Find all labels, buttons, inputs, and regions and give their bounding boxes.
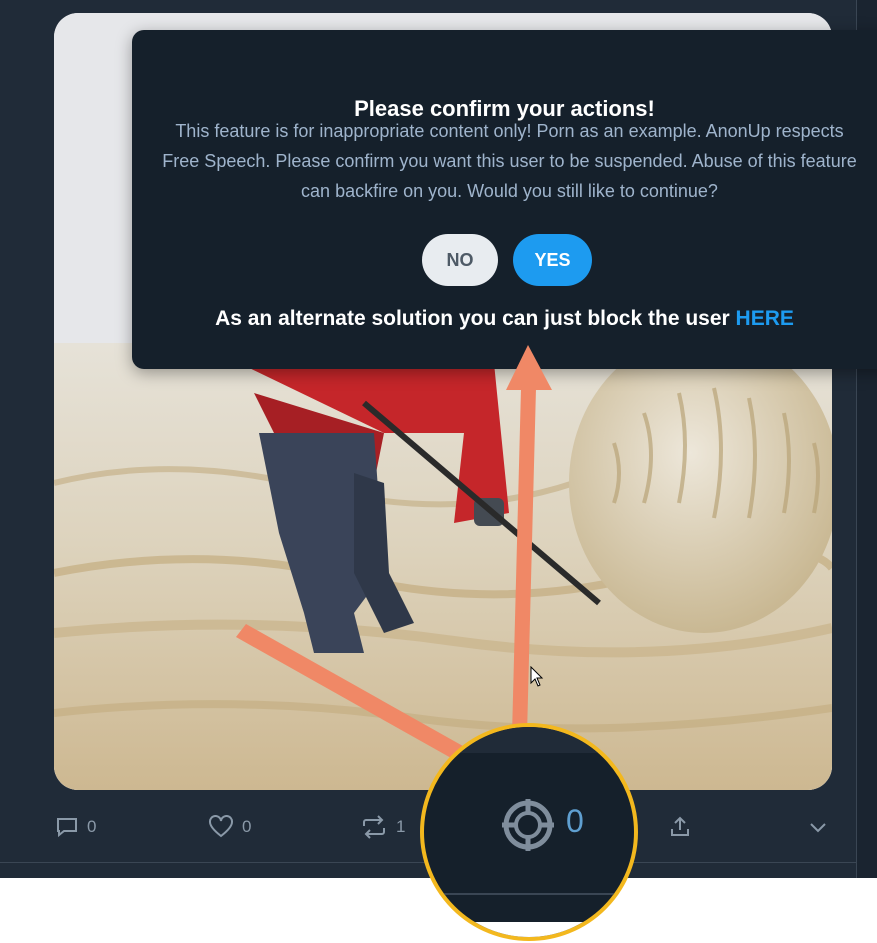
- repost-count: 1: [396, 817, 406, 836]
- alternate-solution-line: As an alternate solution you can just bl…: [132, 307, 877, 331]
- reply-count: 0: [87, 817, 97, 836]
- reply-icon: [57, 818, 77, 838]
- magnifier-bottom-band: [424, 922, 634, 937]
- repost-icon: [363, 815, 385, 839]
- report-count: 0: [566, 803, 584, 839]
- reply-action[interactable]: 0: [55, 812, 96, 842]
- block-user-link[interactable]: HERE: [736, 307, 794, 330]
- yes-button[interactable]: YES: [513, 234, 592, 286]
- magnifier-divider: [424, 893, 634, 895]
- no-button[interactable]: NO: [422, 234, 498, 286]
- repost-action[interactable]: 1: [360, 812, 405, 842]
- cursor-icon: [530, 666, 544, 687]
- confirm-suspend-modal: Please confirm your actions! This featur…: [132, 30, 877, 369]
- magnifier-top-band: [424, 727, 634, 753]
- chevron-down-icon: [810, 823, 826, 833]
- zoom-magnifier: 0: [420, 723, 638, 941]
- alternate-solution-text: As an alternate solution you can just bl…: [215, 307, 730, 330]
- like-icon: [209, 815, 233, 838]
- share-icon: [671, 816, 689, 836]
- modal-message: This feature is for inappropriate conten…: [162, 121, 857, 201]
- like-action[interactable]: 0: [208, 812, 251, 842]
- like-count: 0: [242, 817, 252, 836]
- more-options-button[interactable]: [806, 812, 830, 842]
- share-action[interactable]: [668, 812, 692, 842]
- report-target-icon[interactable]: [500, 797, 556, 853]
